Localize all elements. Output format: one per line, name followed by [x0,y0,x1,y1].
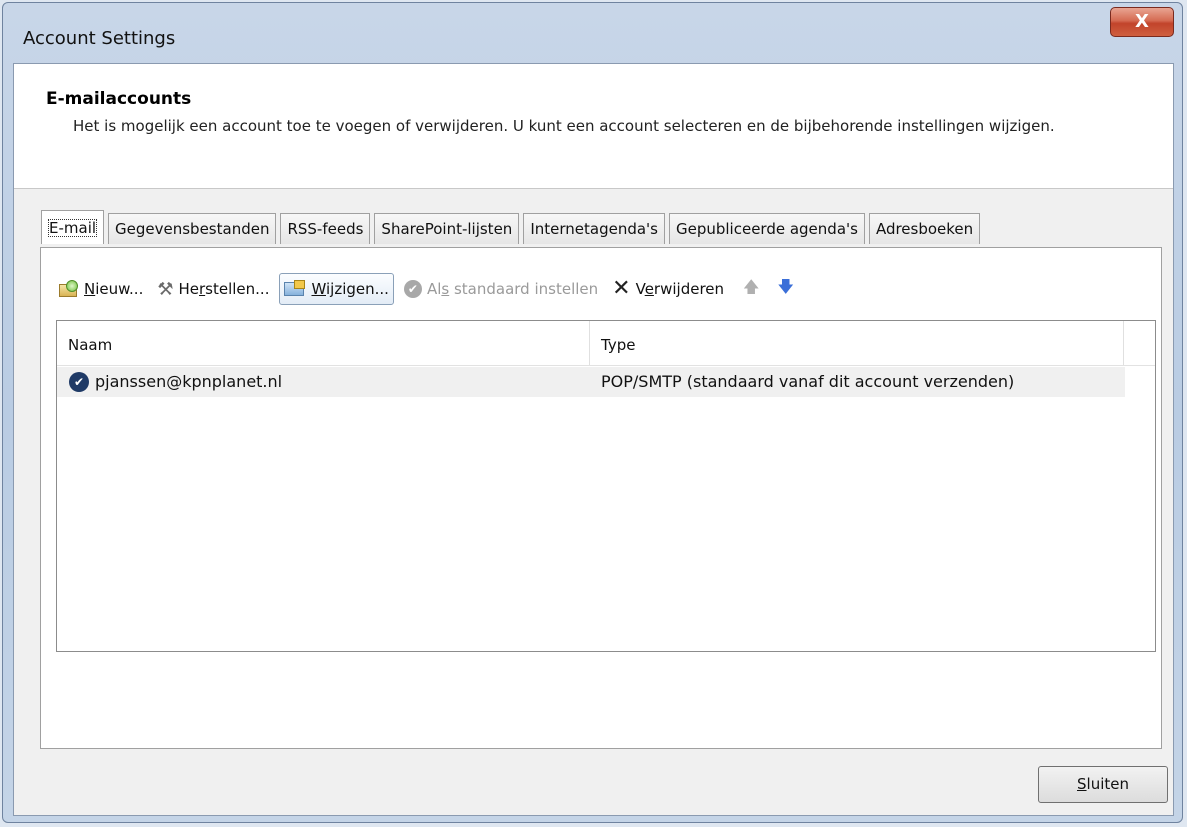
column-divider[interactable] [1123,321,1124,365]
new-account-button[interactable]: Nieuw... [55,274,147,304]
list-header: Naam Type [57,321,1155,366]
account-toolbar: Nieuw... ⚒ Herstellen... Wijzigen... ✔ A… [55,272,803,306]
e-mail-tab-panel: Nieuw... ⚒ Herstellen... Wijzigen... ✔ A… [40,247,1162,749]
title-bar[interactable]: Account Settings X [3,3,1182,63]
change-icon [284,280,306,298]
account-name: pjanssen@kpnplanet.nl [95,372,283,391]
close-label: Sluiten [1077,775,1129,793]
section-title: E-mailaccounts [46,89,192,109]
new-label: Nieuw... [84,280,144,298]
accounts-list[interactable]: Naam Type ✔ pjanssen@kpnplanet.nl POP/SM… [56,320,1156,652]
dialog-body: E-mailaccounts Het is mogelijk een accou… [13,63,1174,816]
tab-gepubliceerde-agendas[interactable]: Gepubliceerde agenda's [668,213,865,244]
new-account-icon [59,280,79,298]
close-button[interactable]: Sluiten [1038,766,1168,803]
window-close-button[interactable]: X [1110,7,1174,37]
set-default-button[interactable]: ✔ Als standaard instellen [400,274,602,304]
tab-gegevensbestanden[interactable]: Gegevensbestanden [108,213,277,244]
window-title: Account Settings [23,28,176,49]
account-settings-window: Account Settings X E-mailaccounts Het is… [2,2,1183,823]
section-description: Het is mogelijk een account toe te voege… [73,117,1055,135]
tab-internetagendas[interactable]: Internetagenda's [523,213,665,244]
default-account-icon: ✔ [69,372,89,392]
column-header-naam[interactable]: Naam [57,321,589,365]
remove-label: Verwijderen [635,280,725,298]
change-label: Wijzigen... [311,280,389,298]
tab-adresboeken[interactable]: Adresboeken [868,213,981,244]
header-band: E-mailaccounts Het is mogelijk een accou… [14,64,1173,189]
repair-label: Herstellen... [178,280,270,298]
account-type: POP/SMTP (standaard vanaf dit account ve… [601,372,1015,391]
set-default-label: Als standaard instellen [426,280,599,298]
x-icon: ✕ [612,276,631,301]
remove-button[interactable]: ✕ Verwijderen [608,274,728,304]
table-row[interactable]: ✔ pjanssen@kpnplanet.nl POP/SMTP (standa… [57,367,1125,397]
tab-rss-feeds[interactable]: RSS-feeds [280,213,371,244]
change-button[interactable]: Wijzigen... [279,273,394,305]
tab-e-mail[interactable]: E-mail [41,210,105,244]
arrow-up-icon[interactable]: 🡅 [743,276,759,303]
check-circle-icon: ✔ [403,280,422,298]
repair-button[interactable]: ⚒ Herstellen... [153,274,273,304]
tab-sharepoint-lijsten[interactable]: SharePoint-lijsten [374,213,520,244]
tab-strip: E-mail Gegevensbestanden RSS-feeds Share… [41,210,984,246]
column-header-type[interactable]: Type [590,321,1120,365]
tools-icon: ⚒ [157,278,174,300]
arrow-down-icon[interactable]: 🡇 [777,276,793,303]
